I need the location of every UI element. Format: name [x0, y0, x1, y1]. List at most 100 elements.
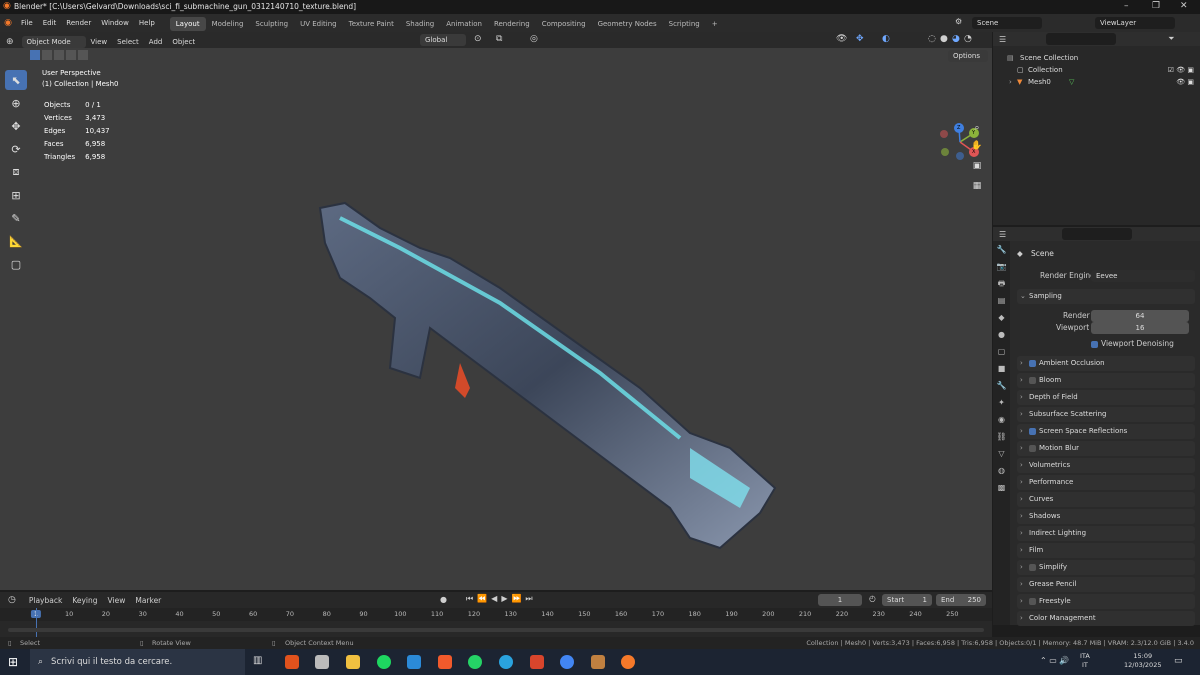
panel-volumetrics[interactable]: › Volumetrics — [1017, 458, 1195, 473]
select-intersect-icon[interactable] — [78, 50, 88, 60]
close-icon[interactable]: ✕ — [1180, 1, 1188, 11]
transform-orientation-dropdown[interactable]: Global — [420, 34, 466, 46]
outliner-scene-collection[interactable]: ▤ Scene Collection — [993, 52, 1200, 64]
system-tray-icons[interactable]: ⌃ ▭ 🔊 — [1040, 656, 1069, 665]
outliner-search-input[interactable] — [1046, 33, 1117, 45]
render-engine-dropdown[interactable]: Eevee — [1091, 270, 1195, 282]
spotify-icon[interactable] — [377, 655, 391, 669]
transform-tool-icon[interactable]: ⊞ — [5, 185, 27, 205]
menu-timeline-view[interactable]: View — [103, 596, 131, 605]
panel-checkbox[interactable] — [1029, 444, 1036, 452]
tab-scripting[interactable]: Scripting — [663, 17, 706, 31]
move-tool-icon[interactable]: ✥ — [5, 116, 27, 136]
task-view-icon[interactable]: ▥ — [253, 655, 267, 669]
tab-animation[interactable]: Animation — [440, 17, 488, 31]
annotate-tool-icon[interactable]: ✎ — [5, 208, 27, 228]
overlay-toggle-icon[interactable]: ◐ — [882, 34, 890, 44]
panel-screen-space-reflections[interactable]: › Screen Space Reflections — [1017, 424, 1195, 439]
world-tab-icon[interactable]: ● — [993, 326, 1010, 343]
tab-layout[interactable]: Layout — [169, 17, 206, 31]
panel-checkbox[interactable] — [1029, 427, 1036, 435]
filter-icon[interactable]: ⏷ — [1168, 34, 1174, 44]
cursor-tool-icon[interactable]: ⊕ — [5, 93, 27, 113]
properties-search-input[interactable] — [1062, 228, 1133, 240]
panel-shadows[interactable]: › Shadows — [1017, 509, 1195, 524]
panel-grease-pencil[interactable]: › Grease Pencil — [1017, 577, 1195, 592]
options-button[interactable]: Options — [948, 50, 988, 62]
outliner-editor-icon[interactable]: ☰ — [999, 35, 1006, 44]
telegram-icon[interactable] — [499, 655, 513, 669]
scene-tab-icon[interactable]: ◆ — [993, 309, 1010, 326]
tab-uv-editing[interactable]: UV Editing — [294, 17, 343, 31]
timeline-editor-icon[interactable]: ◷ — [8, 595, 16, 605]
grid-view-icon[interactable]: ▦ — [969, 178, 985, 194]
brave-icon[interactable] — [438, 655, 452, 669]
visibility-toggles-icon[interactable]: ☑ 👁 ▣ — [1168, 64, 1194, 76]
tab-shading[interactable]: Shading — [400, 17, 440, 31]
windows-start-icon[interactable]: ⊞ — [8, 655, 18, 669]
texture-tab-icon[interactable]: ▩ — [993, 479, 1010, 496]
camera-icon[interactable]: ▣ — [969, 158, 985, 174]
object-tab-icon[interactable]: ■ — [993, 360, 1010, 377]
panel-bloom[interactable]: › Bloom — [1017, 373, 1195, 388]
select-extend-icon[interactable] — [42, 50, 52, 60]
menu-help[interactable]: Help — [134, 14, 160, 32]
panel-subsurface-scattering[interactable]: › Subsurface Scattering — [1017, 407, 1195, 422]
shading-wireframe-icon[interactable]: ◌ — [928, 34, 936, 44]
visibility-toggles-icon[interactable]: 👁 ▣ — [1176, 76, 1194, 88]
collection-tab-icon[interactable]: ▢ — [993, 343, 1010, 360]
tab-compositing[interactable]: Compositing — [536, 17, 592, 31]
material-tab-icon[interactable]: ◍ — [993, 462, 1010, 479]
start-frame-field[interactable]: Start 1 — [882, 594, 932, 606]
rotate-tool-icon[interactable]: ⟳ — [5, 139, 27, 159]
particles-tab-icon[interactable]: ✦ — [993, 394, 1010, 411]
panel-checkbox[interactable] — [1029, 359, 1036, 367]
outliner-collection[interactable]: ▢ Collection ☑ 👁 ▣ — [993, 64, 1200, 76]
tab-sculpting[interactable]: Sculpting — [249, 17, 294, 31]
panel-depth-of-field[interactable]: › Depth of Field — [1017, 390, 1195, 405]
whatsapp-icon[interactable] — [468, 655, 482, 669]
object-mode-dropdown[interactable]: Object Mode — [21, 36, 86, 48]
app-icon-1[interactable] — [285, 655, 299, 669]
physics-tab-icon[interactable]: ◉ — [993, 411, 1010, 428]
output-tab-icon[interactable]: 🖶 — [993, 275, 1010, 292]
select-invert-icon[interactable] — [66, 50, 76, 60]
pivot-icon[interactable]: ⊙ — [474, 34, 482, 44]
chrome-icon[interactable] — [560, 655, 574, 669]
viewport-samples-field[interactable]: 16 — [1091, 322, 1189, 334]
editor-type-icon[interactable]: ⊕ — [6, 37, 14, 47]
properties-editor-icon[interactable]: ☰ — [999, 230, 1006, 239]
pan-hand-icon[interactable]: ✋ — [969, 138, 985, 154]
tool-tab-icon[interactable]: 🔧 — [993, 241, 1010, 258]
gun-model[interactable] — [300, 148, 790, 568]
panel-curves[interactable]: › Curves — [1017, 492, 1195, 507]
panel-checkbox[interactable] — [1029, 597, 1036, 605]
data-tab-icon[interactable]: ▽ — [993, 445, 1010, 462]
panel-motion-blur[interactable]: › Motion Blur — [1017, 441, 1195, 456]
tab-rendering[interactable]: Rendering — [488, 17, 536, 31]
app-icon-2[interactable] — [315, 655, 329, 669]
menu-keying[interactable]: Keying — [67, 596, 102, 605]
language-indicator[interactable]: ITA IT — [1080, 652, 1090, 670]
menu-marker[interactable]: Marker — [130, 596, 166, 605]
view-layer-tab-icon[interactable]: ▤ — [993, 292, 1010, 309]
modifier-tab-icon[interactable]: 🔧 — [993, 377, 1010, 394]
stopwatch-icon[interactable]: ◴ — [869, 594, 876, 603]
mail-icon[interactable] — [407, 655, 421, 669]
render-tab-icon[interactable]: 📷 — [993, 258, 1010, 275]
notification-icon[interactable]: ▭ — [1174, 656, 1183, 666]
viewlayer-selector[interactable]: ViewLayer — [1095, 17, 1175, 29]
maximize-icon[interactable]: ❐ — [1152, 1, 1160, 11]
shading-rendered-icon[interactable]: ◔ — [964, 34, 972, 44]
render-samples-field[interactable]: 64 — [1091, 310, 1189, 322]
end-frame-field[interactable]: End 250 — [936, 594, 986, 606]
panel-simplify[interactable]: › Simplify — [1017, 560, 1195, 575]
panel-checkbox[interactable] — [1029, 376, 1036, 384]
constraints-tab-icon[interactable]: ⛓ — [993, 428, 1010, 445]
proportional-edit-icon[interactable]: ◎ — [530, 34, 538, 44]
zoom-icon[interactable]: ⌕ — [969, 120, 985, 136]
playback-controls-icon[interactable]: ⏮⏪◀▶⏩⏭ — [466, 594, 537, 604]
add-cube-tool-icon[interactable]: ▢ — [5, 254, 27, 274]
viewport-denoising-checkbox[interactable]: Viewport Denoising — [1091, 339, 1174, 348]
menu-file[interactable]: File — [16, 14, 38, 32]
